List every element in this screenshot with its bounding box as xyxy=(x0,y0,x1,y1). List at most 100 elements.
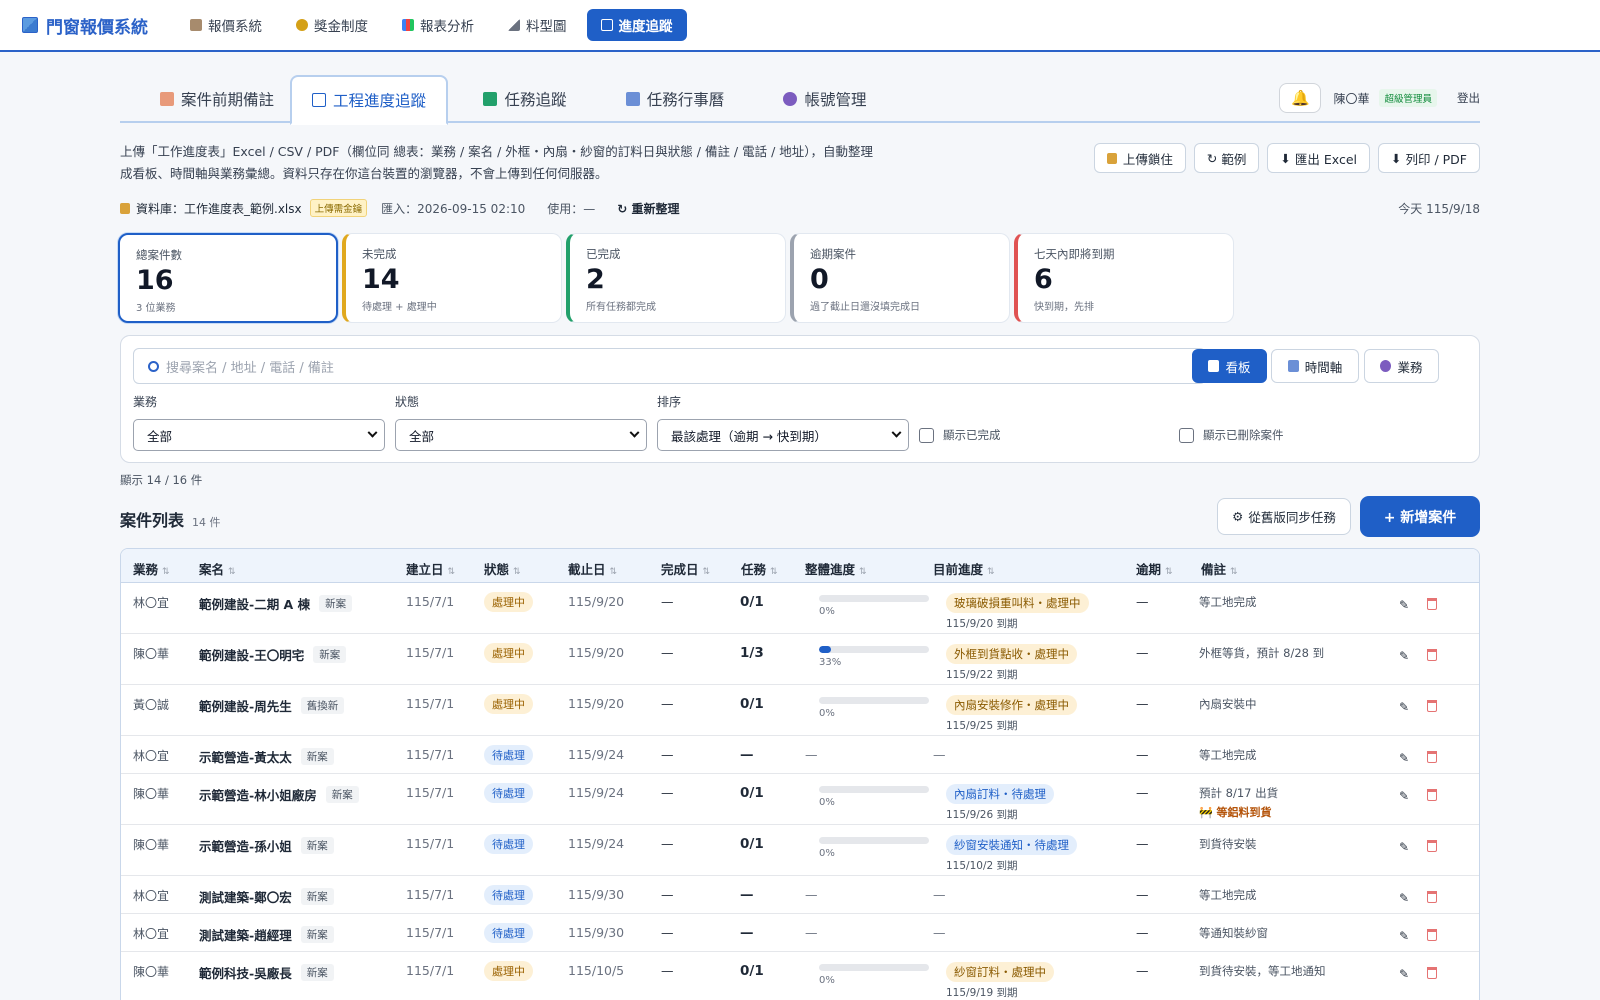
logout-link[interactable]: 登出 xyxy=(1457,90,1480,106)
search-input[interactable]: 搜尋案名 / 地址 / 電話 / 備註 xyxy=(133,348,1206,384)
cell-done: — xyxy=(661,645,674,660)
status-select[interactable]: 全部 xyxy=(395,419,647,451)
nav-bonus[interactable]: 獎金制度 xyxy=(282,9,382,41)
sample-button[interactable]: ↻ 範例 xyxy=(1193,143,1260,173)
nav-profile-diagram[interactable]: 料型圖 xyxy=(494,9,581,41)
cell-case-name[interactable]: 示範營造-林小姐廠房 新案 xyxy=(199,785,359,804)
stage-due: 115/9/25 到期 xyxy=(946,720,1018,732)
tab-accounts[interactable]: 帳號管理 xyxy=(760,75,890,123)
export-excel-button[interactable]: ⬇ 匯出 Excel xyxy=(1267,143,1370,173)
cell-created: 115/7/1 xyxy=(406,645,455,660)
edit-icon[interactable]: ✎ xyxy=(1399,840,1411,854)
sales-select[interactable]: 全部 xyxy=(133,419,385,451)
stat-card[interactable]: 未完成 14 待處理 + 處理中 xyxy=(342,233,562,323)
show-done-checkbox[interactable]: 顯示已完成 xyxy=(919,427,1001,443)
cell-status: 處理中 xyxy=(484,961,533,981)
table-row[interactable]: 陳〇華 範例科技-吳廠長 新案 115/7/1 處理中 115/10/5 — 0/1 0% 紗窗訂… xyxy=(121,952,1479,1000)
checkbox-box[interactable] xyxy=(1179,427,1194,443)
column-header[interactable]: 案名 ⇅ xyxy=(199,559,236,578)
status-badge: 處理中 xyxy=(484,643,533,663)
cell-sales: 陳〇華 xyxy=(133,965,170,979)
edit-icon[interactable]: ✎ xyxy=(1399,891,1411,905)
column-header[interactable]: 目前進度 ⇅ xyxy=(933,559,995,578)
sort-select[interactable]: 最該處理（逾期 → 快到期） xyxy=(657,419,909,451)
cell-case-name[interactable]: 範例建設-王〇明宅 新案 xyxy=(199,645,347,664)
checkbox-box[interactable] xyxy=(919,427,934,443)
table-row[interactable]: 林〇宜 測試建築-趙經理 新案 115/7/1 待處理 115/9/30 — — — — — 等通知裝… xyxy=(121,914,1479,952)
cell-case-name[interactable]: 示範營造-孫小姐 新案 xyxy=(199,836,334,855)
case-type-tag: 新案 xyxy=(325,786,359,803)
sync-tasks-button[interactable]: ⚙ 從舊版同步任務 xyxy=(1217,498,1351,535)
cell-case-name[interactable]: 測試建築-鄭〇宏 新案 xyxy=(199,887,334,906)
cell-status: 待處理 xyxy=(484,745,533,765)
cell-case-name[interactable]: 示範營造-黃太太 新案 xyxy=(199,747,334,766)
table-row[interactable]: 陳〇華 範例建設-王〇明宅 新案 115/7/1 處理中 115/9/20 — 1/3 33% 外… xyxy=(121,634,1479,685)
edit-icon[interactable]: ✎ xyxy=(1399,967,1411,981)
table-row[interactable]: 黃〇誠 範例建設-周先生 舊換新 115/7/1 處理中 115/9/20 — 0/1 0% 內扇… xyxy=(121,685,1479,736)
brand[interactable]: 門窗報價系統 xyxy=(22,13,148,38)
tab-calendar[interactable]: 任務行事曆 xyxy=(605,75,745,123)
tab-case-notes[interactable]: 案件前期備註 xyxy=(142,75,292,123)
trash-icon[interactable] xyxy=(1427,840,1437,852)
stat-card[interactable]: 總案件數 16 3 位業務 xyxy=(118,233,338,323)
column-header[interactable]: 完成日 ⇅ xyxy=(661,559,710,578)
cell-case-name[interactable]: 範例建設-周先生 舊換新 xyxy=(199,696,345,715)
trash-icon[interactable] xyxy=(1427,751,1437,763)
trash-icon[interactable] xyxy=(1427,929,1437,941)
refresh-button[interactable]: ↻ 重新整理 xyxy=(617,200,679,217)
stat-subtext: 待處理 + 處理中 xyxy=(362,302,437,313)
table-row[interactable]: 陳〇華 示範營造-林小姐廠房 新案 115/7/1 待處理 115/9/24 — 0/1 0% 內… xyxy=(121,774,1479,825)
trash-icon[interactable] xyxy=(1427,649,1437,661)
tab-progress[interactable]: 工程進度追蹤 xyxy=(290,75,448,125)
edit-icon[interactable]: ✎ xyxy=(1399,700,1411,714)
stat-card[interactable]: 已完成 2 所有任務都完成 xyxy=(566,233,786,323)
trash-icon[interactable] xyxy=(1427,598,1437,610)
trash-icon[interactable] xyxy=(1427,789,1437,801)
column-header[interactable]: 狀態 ⇅ xyxy=(484,559,521,578)
table-row[interactable]: 林〇宜 範例建設-二期 A 棟新案 115/7/1 處理中 115/9/20 — 0/1 0%… xyxy=(121,583,1479,634)
stat-card[interactable]: 七天內即將到期 6 快到期，先排 xyxy=(1014,233,1234,323)
stat-subtext: 快到期，先排 xyxy=(1034,302,1094,313)
trash-icon[interactable] xyxy=(1427,891,1437,903)
sort-icon: ⇅ xyxy=(228,567,236,577)
view-board-button[interactable]: 看板 xyxy=(1192,349,1267,383)
table-row[interactable]: 林〇宜 測試建築-鄭〇宏 新案 115/7/1 待處理 115/9/30 — — — — — 等工地完… xyxy=(121,876,1479,914)
nav-reports[interactable]: 報表分析 xyxy=(388,9,488,41)
upload-locked-button[interactable]: 上傳鎖住 xyxy=(1093,143,1186,173)
edit-icon[interactable]: ✎ xyxy=(1399,789,1411,803)
trash-icon[interactable] xyxy=(1427,967,1437,979)
nav-progress[interactable]: 進度追蹤 xyxy=(586,9,687,41)
column-header[interactable]: 備註 ⇅ xyxy=(1201,559,1238,578)
column-header[interactable]: 截止日 ⇅ xyxy=(568,559,617,578)
view-timeline-button[interactable]: 時間軸 xyxy=(1271,349,1359,383)
calendar-icon xyxy=(1287,360,1299,372)
bell-icon[interactable]: 🔔 xyxy=(1279,83,1322,113)
edit-icon[interactable]: ✎ xyxy=(1399,929,1411,943)
cell-case-name[interactable]: 測試建築-趙經理 新案 xyxy=(199,925,334,944)
table-row[interactable]: 陳〇華 示範營造-孫小姐 新案 115/7/1 待處理 115/9/24 — 0/1 0% 紗窗安… xyxy=(121,825,1479,876)
edit-icon[interactable]: ✎ xyxy=(1399,751,1411,765)
cell-case-name[interactable]: 範例建設-二期 A 棟新案 xyxy=(199,594,353,613)
view-sales-button[interactable]: 業務 xyxy=(1364,349,1439,383)
column-header[interactable]: 整體進度 ⇅ xyxy=(805,559,867,578)
edit-icon[interactable]: ✎ xyxy=(1399,598,1411,612)
add-case-button[interactable]: + 新增案件 xyxy=(1360,496,1480,537)
column-header[interactable]: 逾期 ⇅ xyxy=(1136,559,1173,578)
print-pdf-button[interactable]: ⬇ 列印 / PDF xyxy=(1378,143,1480,173)
column-header[interactable]: 任務 ⇅ xyxy=(741,559,778,578)
stat-card[interactable]: 逾期案件 0 過了截止日還沒填完成日 xyxy=(790,233,1010,323)
tab-tasks[interactable]: 任務追蹤 xyxy=(465,75,585,123)
sort-label: 排序 xyxy=(657,395,682,409)
progress-cell: 33% xyxy=(819,646,929,668)
cell-task: 0/1 xyxy=(740,785,764,801)
nav-label: 報表分析 xyxy=(420,19,474,35)
search-icon xyxy=(148,360,159,372)
column-header[interactable]: 建立日 ⇅ xyxy=(406,559,455,578)
show-deleted-checkbox[interactable]: 顯示已刪除案件 xyxy=(1179,427,1284,443)
table-row[interactable]: 林〇宜 示範營造-黃太太 新案 115/7/1 待處理 115/9/24 — — — — — 等工地完… xyxy=(121,736,1479,774)
column-header[interactable]: 業務 ⇅ xyxy=(133,559,170,578)
edit-icon[interactable]: ✎ xyxy=(1399,649,1411,663)
trash-icon[interactable] xyxy=(1427,700,1437,712)
cell-case-name[interactable]: 範例科技-吳廠長 新案 xyxy=(199,963,334,982)
nav-quote[interactable]: 報價系統 xyxy=(176,9,276,41)
